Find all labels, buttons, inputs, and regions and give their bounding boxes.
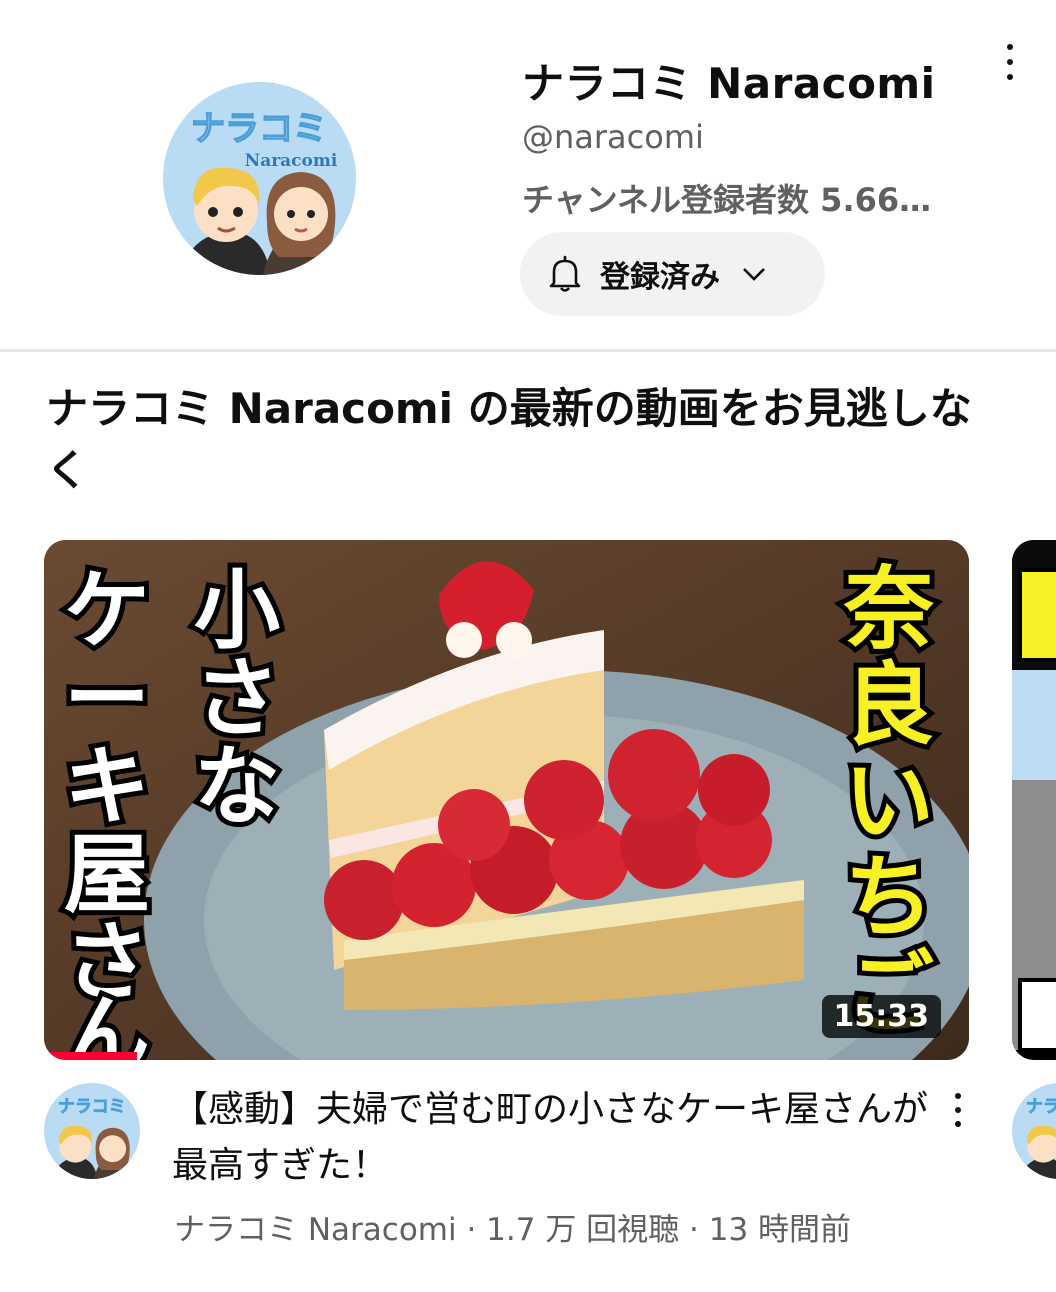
avatar-logo-jp: ナラコミ <box>191 109 327 149</box>
channel-name: ナラコミ Naracomi <box>522 59 936 108</box>
divider <box>0 349 1056 352</box>
thumbnail-text-right: 奈良いちご <box>843 557 934 1046</box>
subscribe-label: 登録済み <box>600 260 720 295</box>
more-vert-icon[interactable] <box>993 40 1027 84</box>
next-video-thumbnail[interactable] <box>1012 540 1056 1060</box>
subscribed-button[interactable]: 登録済み <box>520 232 825 316</box>
avatar-logo-en: Naracomi <box>245 151 338 171</box>
next-video-channel-avatar[interactable]: ナラコミ <box>1012 1083 1056 1179</box>
channel-avatar[interactable]: ナラコミ Naracomi <box>163 82 356 275</box>
channel-handle: @naracomi <box>522 118 704 156</box>
chevron-down-icon <box>743 268 765 281</box>
subscriber-count: チャンネル登録者数 5.66… <box>522 181 932 219</box>
watch-progress-bar <box>44 1052 137 1060</box>
video-more-vert-icon[interactable] <box>946 1090 970 1130</box>
section-title: ナラコミ Naracomi の最新の動画をお見逃しなく <box>46 384 972 495</box>
video-channel-avatar[interactable]: ナラコミ <box>44 1083 140 1179</box>
bell-icon <box>549 255 581 292</box>
video-duration: 15:33 <box>821 995 941 1038</box>
avatar-logo-jp: ナラコミ <box>1026 1096 1056 1116</box>
video-title[interactable]: 【感動】夫婦で営む町の小さなケーキ屋さんが最高すぎた！ <box>172 1082 932 1194</box>
avatar-logo-jp: ナラコミ <box>58 1096 126 1116</box>
video-thumbnail[interactable]: 小さな ケーキ屋さん 奈良いちご 15:33 <box>44 540 969 1060</box>
video-meta: ナラコミ Naracomi · 1.7 万 回視聴 · 13 時間前 <box>174 1212 852 1248</box>
